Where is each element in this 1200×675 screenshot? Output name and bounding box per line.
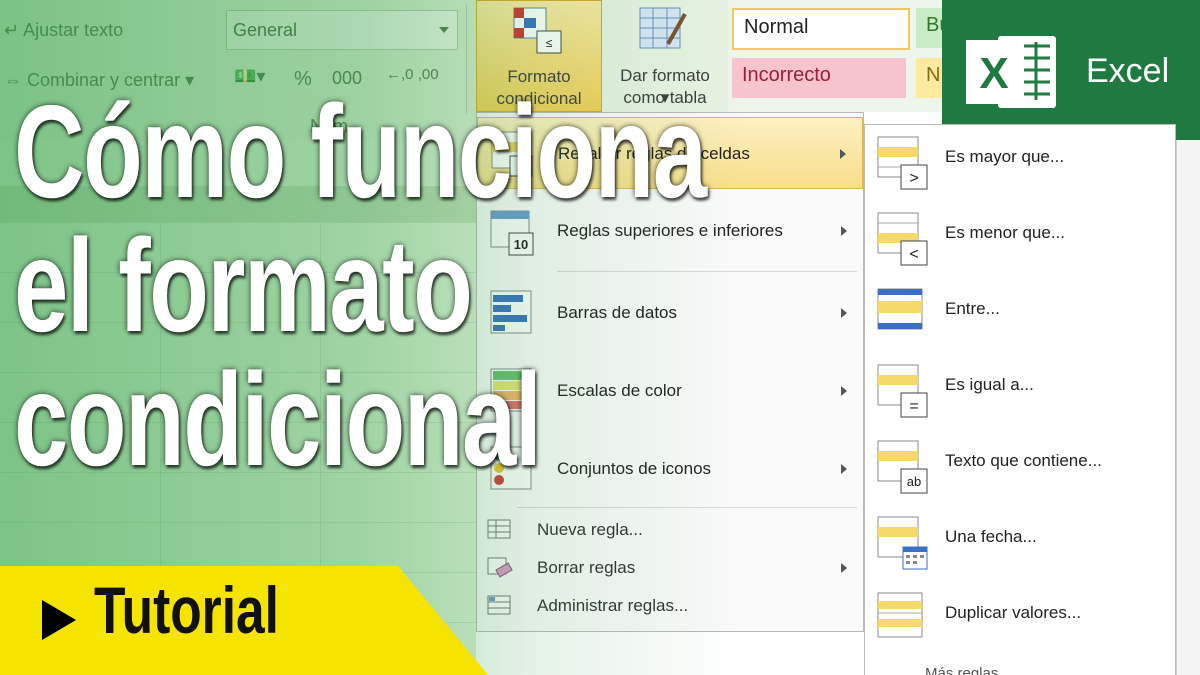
number-format-select[interactable]: General <box>226 10 458 50</box>
less-than-icon: < <box>877 212 928 266</box>
svg-text:<: < <box>909 246 918 263</box>
cell-styles-gallery: Normal Incorrecto Bu N <box>728 0 956 112</box>
excel-logo-label: Excel <box>1086 52 1170 90</box>
wrap-text-icon: ↵ <box>4 20 20 40</box>
calendar-icon <box>877 516 928 570</box>
submenu-item-equal-to[interactable]: = Es igual a... <box>865 353 1175 429</box>
submenu-item-text-contains[interactable]: ab Texto que contiene... <box>865 429 1175 505</box>
style-incorrect[interactable]: Incorrecto <box>732 58 906 98</box>
duplicate-values-icon <box>877 592 923 638</box>
excel-logo: X Excel <box>942 0 1200 140</box>
equal-to-icon: = <box>877 364 928 418</box>
style-normal[interactable]: Normal <box>732 8 910 50</box>
submenu-item-date[interactable]: Una fecha... <box>865 505 1175 581</box>
chevron-right-icon <box>841 386 847 396</box>
svg-text:X: X <box>979 49 1008 98</box>
submenu-item-more-rules[interactable]: Más reglas... <box>925 665 1011 675</box>
manage-rules-icon <box>487 595 511 615</box>
svg-text:≤: ≤ <box>546 36 553 50</box>
eraser-icon <box>487 557 513 578</box>
headline-line1: Cómo funciona <box>14 78 707 225</box>
thumbnail: ↵ Ajustar texto ⇔ Combinar y centrar ▾ G… <box>0 0 1200 675</box>
menu-item-manage-rules[interactable]: Administrar reglas... <box>477 587 863 625</box>
text-contains-icon: ab <box>877 440 928 494</box>
menu-separator <box>557 271 857 272</box>
headline: Cómo funciona el formato condicional <box>14 78 707 493</box>
chevron-down-icon <box>439 27 449 33</box>
new-rule-icon <box>487 519 511 539</box>
menu-item-new-rule[interactable]: Nueva regla... <box>477 511 863 549</box>
chevron-right-icon <box>841 563 847 573</box>
highlight-cells-submenu: > Es mayor que... < Es menor que... Entr… <box>864 124 1176 675</box>
chevron-right-icon <box>841 308 847 318</box>
grid-row-line <box>0 522 476 523</box>
svg-text:=: = <box>909 398 918 415</box>
submenu-item-duplicate-values[interactable]: Duplicar valores... <box>865 581 1175 657</box>
play-icon <box>42 600 76 640</box>
menu-separator <box>517 507 857 508</box>
wrap-text-button[interactable]: ↵ Ajustar texto <box>4 20 123 41</box>
format-table-icon <box>639 7 687 49</box>
between-icon <box>877 288 923 330</box>
excel-icon: X <box>966 36 1056 108</box>
headline-line3: condicional <box>14 346 542 493</box>
svg-text:>: > <box>909 170 918 187</box>
chevron-right-icon <box>840 149 846 159</box>
tutorial-label: Tutorial <box>94 573 279 647</box>
worksheet-edge <box>1176 140 1200 675</box>
greater-than-icon: > <box>877 136 928 190</box>
submenu-item-greater-than[interactable]: > Es mayor que... <box>865 125 1175 201</box>
chevron-right-icon <box>841 464 847 474</box>
conditional-format-icon: ≤ <box>513 7 562 54</box>
chevron-right-icon <box>841 226 847 236</box>
submenu-item-between[interactable]: Entre... <box>865 277 1175 353</box>
menu-item-clear-rules[interactable]: Borrar reglas <box>477 549 863 587</box>
headline-line2: el formato <box>14 212 473 359</box>
submenu-item-less-than[interactable]: < Es menor que... <box>865 201 1175 277</box>
svg-text:ab: ab <box>907 474 921 489</box>
